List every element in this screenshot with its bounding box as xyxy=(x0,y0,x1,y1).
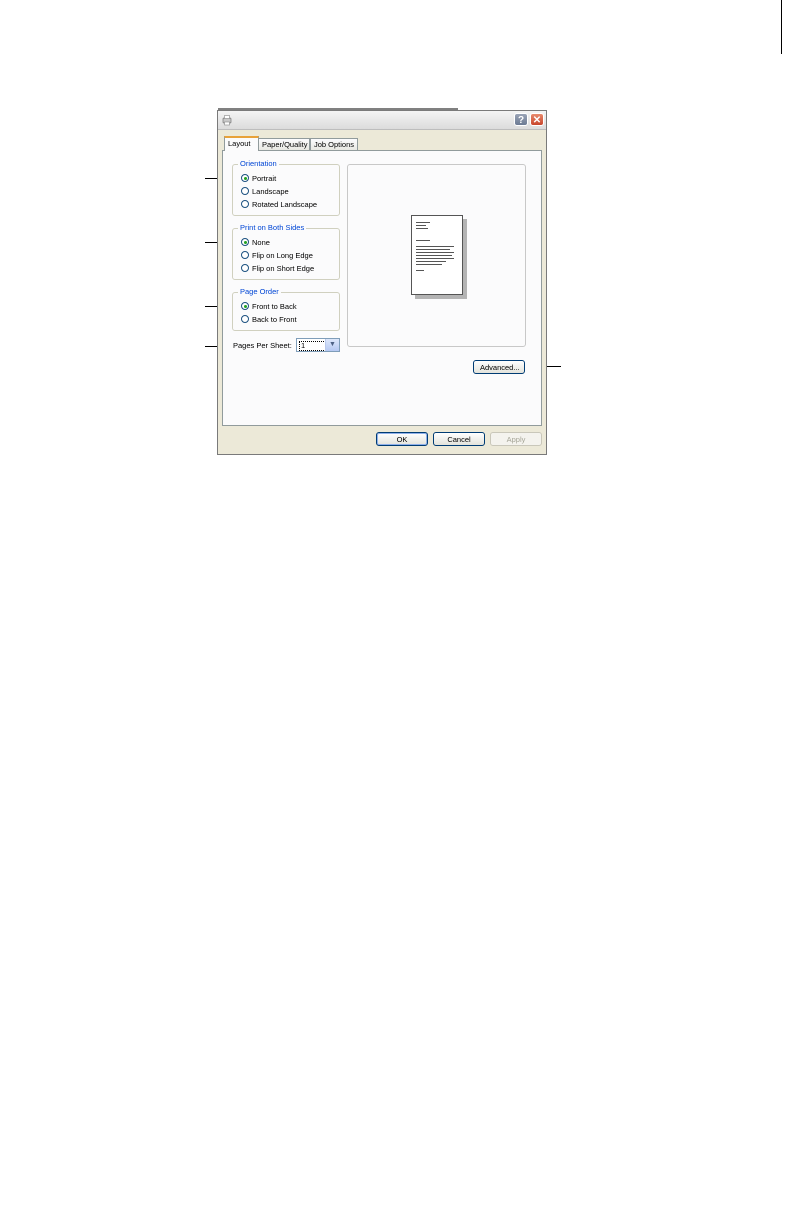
preview-line xyxy=(416,261,446,262)
page-margin-rule xyxy=(781,0,782,54)
preview-line xyxy=(416,246,454,247)
radio-rotated-landscape-label: Rotated Landscape xyxy=(252,200,318,209)
preview-line xyxy=(416,270,424,271)
page-order-group-title: Page Order xyxy=(238,287,281,297)
radio-duplex-none[interactable] xyxy=(241,238,249,246)
layout-preview xyxy=(347,164,526,347)
titlebar[interactable]: ? ✕ xyxy=(218,111,546,130)
cancel-button[interactable]: Cancel xyxy=(433,432,485,446)
preview-line xyxy=(416,258,454,259)
pages-per-sheet-value: 1 xyxy=(299,341,328,351)
radio-front-to-back[interactable] xyxy=(241,302,249,310)
radio-duplex-long-edge[interactable] xyxy=(241,251,249,259)
preview-line xyxy=(416,225,426,226)
preview-line xyxy=(416,255,452,256)
radio-back-to-front-label: Back to Front xyxy=(252,315,297,324)
radio-rotated-landscape[interactable] xyxy=(241,200,249,208)
orientation-group: Orientation Portrait Landscape Rotated L… xyxy=(232,159,340,216)
preview-line xyxy=(416,249,450,250)
radio-front-to-back-label: Front to Back xyxy=(252,302,297,311)
radio-back-to-front[interactable] xyxy=(241,315,249,323)
tab-paper-quality[interactable]: Paper/Quality xyxy=(258,138,310,150)
radio-duplex-none-label: None xyxy=(252,238,270,247)
ok-button[interactable]: OK xyxy=(376,432,428,446)
page-preview-icon xyxy=(411,215,463,295)
print-both-sides-group-title: Print on Both Sides xyxy=(238,223,307,233)
pages-per-sheet-select[interactable]: 1 ▼ xyxy=(296,338,340,352)
radio-duplex-long-edge-label: Flip on Long Edge xyxy=(252,251,313,260)
apply-button[interactable]: Apply xyxy=(490,432,542,446)
chevron-down-icon[interactable]: ▼ xyxy=(325,339,339,351)
page-order-group: Page Order Front to Back Back to Front xyxy=(232,287,340,331)
help-button[interactable]: ? xyxy=(514,113,528,126)
preview-line xyxy=(416,252,454,253)
printing-preferences-dialog: ? ✕ Layout Paper/Quality Job Options Ori… xyxy=(217,108,547,455)
preview-line xyxy=(416,240,430,241)
print-both-sides-group: Print on Both Sides None Flip on Long Ed… xyxy=(232,223,340,280)
layout-panel: Orientation Portrait Landscape Rotated L… xyxy=(222,150,542,426)
preview-line xyxy=(416,228,428,229)
radio-portrait[interactable] xyxy=(241,174,249,182)
pages-per-sheet-label: Pages Per Sheet: xyxy=(233,341,292,350)
advanced-button[interactable]: Advanced... xyxy=(473,360,525,374)
radio-portrait-label: Portrait xyxy=(252,174,277,183)
orientation-group-title: Orientation xyxy=(238,159,279,169)
titlebar-stripe xyxy=(218,108,458,110)
tab-job-options[interactable]: Job Options xyxy=(310,138,358,150)
preview-line xyxy=(416,264,442,265)
tab-layout[interactable]: Layout xyxy=(224,136,259,151)
printer-app-icon xyxy=(222,115,232,126)
radio-duplex-short-edge[interactable] xyxy=(241,264,249,272)
radio-landscape-label: Landscape xyxy=(252,187,289,196)
preview-line xyxy=(416,222,430,223)
close-button[interactable]: ✕ xyxy=(530,113,544,126)
radio-duplex-short-edge-label: Flip on Short Edge xyxy=(252,264,315,273)
radio-landscape[interactable] xyxy=(241,187,249,195)
